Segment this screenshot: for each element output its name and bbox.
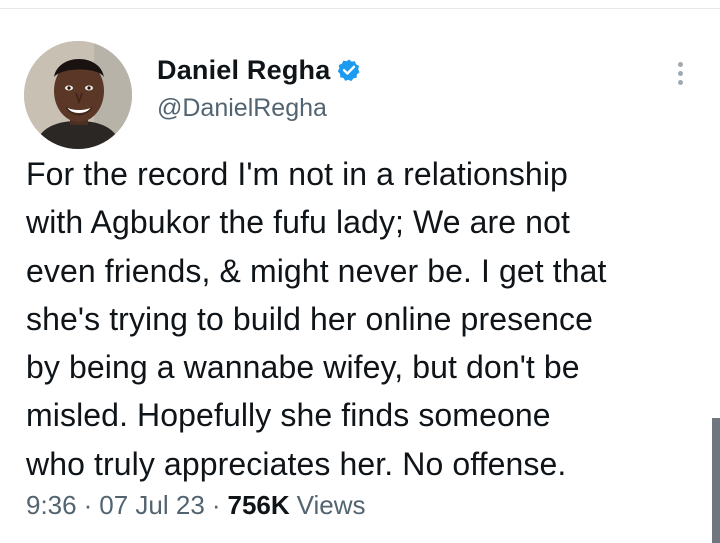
tweet-text: For the record I'm not in a relationship… — [26, 156, 607, 482]
meta-separator: · — [83, 490, 93, 520]
author-name[interactable]: Daniel Regha — [157, 55, 330, 86]
scrollbar[interactable] — [712, 418, 720, 543]
tweet-card: Daniel Regha @DanielRegha For the record… — [0, 9, 720, 543]
author-handle[interactable]: @DanielRegha — [157, 94, 327, 123]
more-options-button[interactable] — [664, 51, 696, 95]
avatar[interactable] — [24, 41, 132, 149]
more-vertical-icon — [677, 61, 683, 67]
top-divider — [0, 0, 720, 9]
meta-separator: · — [211, 490, 221, 520]
views-count[interactable]: 756K — [227, 490, 289, 521]
tweet-time[interactable]: 9:36 — [26, 490, 77, 521]
more-vertical-icon-dot — [677, 79, 683, 85]
more-vertical-icon-dot — [677, 70, 683, 76]
author-name-row: Daniel Regha — [157, 53, 361, 87]
views-label: Views — [296, 490, 366, 520]
tweet-date[interactable]: 07 Jul 23 — [99, 490, 205, 521]
verified-badge-icon[interactable] — [337, 58, 361, 82]
tweet-metadata: 9:36 · 07 Jul 23 · 756K Views — [26, 490, 366, 521]
